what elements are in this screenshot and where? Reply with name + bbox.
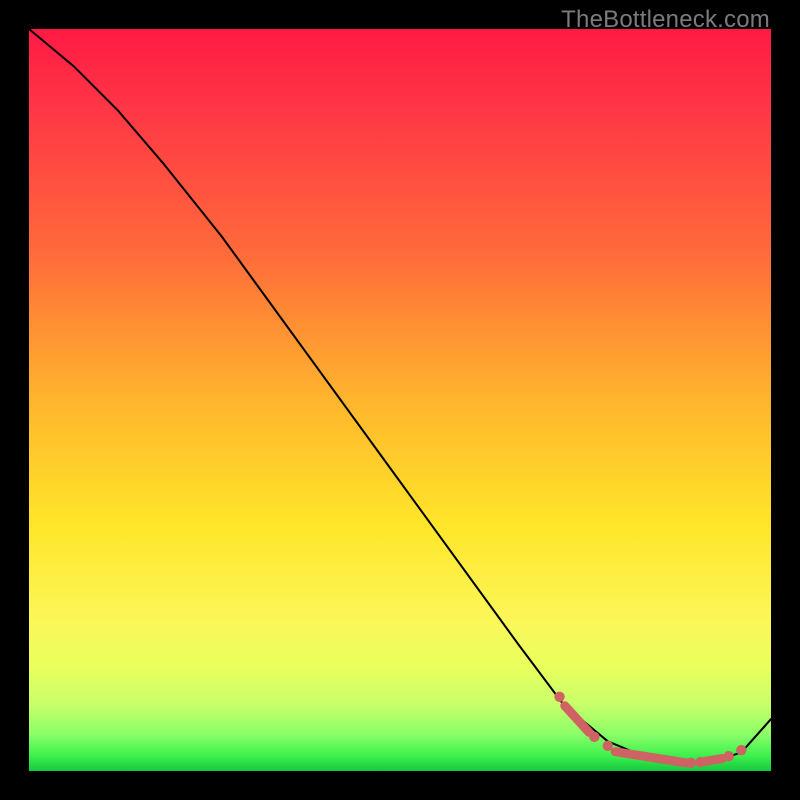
marker-dot — [736, 745, 746, 755]
marker-segment — [565, 706, 589, 733]
marker-segment — [615, 752, 685, 763]
marker-segment — [706, 758, 723, 761]
chart-svg — [29, 29, 771, 771]
marker-dot — [589, 732, 599, 742]
chart-markers — [554, 692, 746, 768]
marker-dot — [686, 758, 696, 768]
watermark-text: TheBottleneck.com — [561, 6, 770, 34]
chart-curve — [29, 29, 771, 764]
chart-plot-area — [29, 29, 771, 771]
marker-dot — [554, 692, 564, 702]
marker-dot — [724, 751, 734, 761]
chart-frame: TheBottleneck.com — [0, 0, 800, 800]
